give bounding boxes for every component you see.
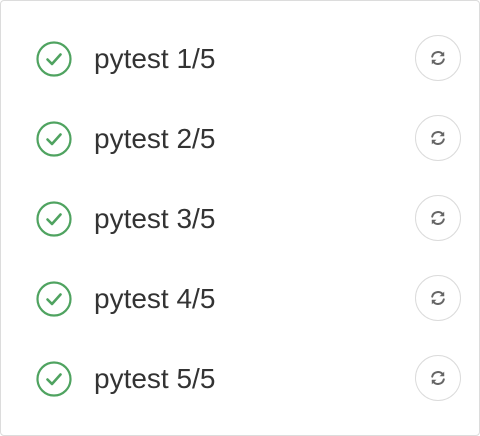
retry-icon [431,51,445,65]
pipeline-jobs-panel: pytest 1/5 pytest 2/5 pytest 3/5 pytest … [0,0,480,436]
check-circle-icon [36,201,72,237]
job-row: pytest 1/5 [1,18,479,98]
retry-icon [431,131,445,145]
check-circle-icon [36,281,72,317]
job-row: pytest 3/5 [1,178,479,258]
check-circle-icon [36,41,72,77]
retry-icon [431,371,445,385]
retry-icon [431,291,445,305]
job-name-link[interactable]: pytest 5/5 [94,362,215,396]
job-row: pytest 5/5 [1,338,479,418]
job-row: pytest 2/5 [1,98,479,178]
retry-button[interactable] [415,115,461,161]
retry-icon [431,211,445,225]
retry-button[interactable] [415,35,461,81]
job-row: pytest 4/5 [1,258,479,338]
job-name-link[interactable]: pytest 4/5 [94,282,215,316]
retry-button[interactable] [415,275,461,321]
retry-button[interactable] [415,195,461,241]
check-circle-icon [36,361,72,397]
job-name-link[interactable]: pytest 3/5 [94,202,215,236]
check-circle-icon [36,121,72,157]
job-name-link[interactable]: pytest 2/5 [94,122,215,156]
retry-button[interactable] [415,355,461,401]
job-name-link[interactable]: pytest 1/5 [94,42,215,76]
